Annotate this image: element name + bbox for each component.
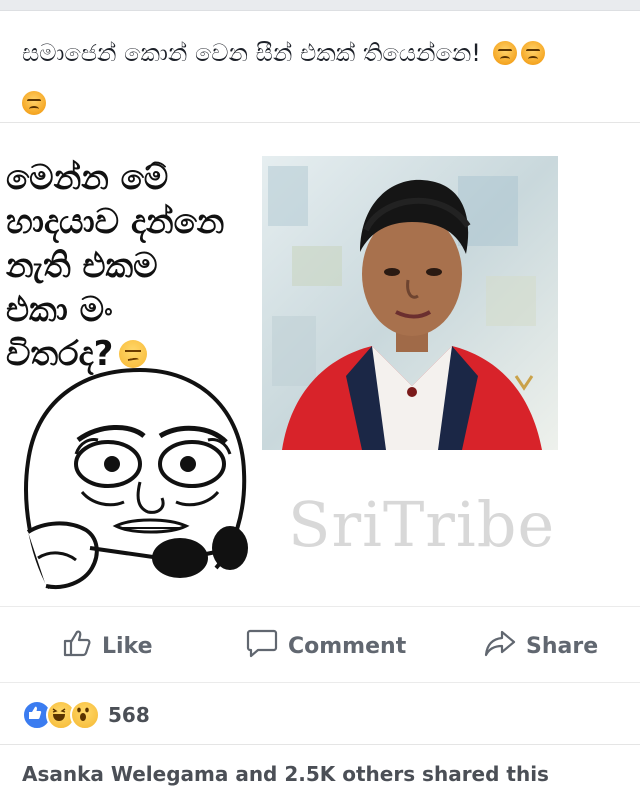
singer-photo-illustration: [262, 156, 558, 450]
reactions-summary[interactable]: 568: [22, 698, 150, 732]
divider: [0, 682, 640, 683]
share-button[interactable]: Share: [484, 628, 598, 664]
meme-text-line: නැති එකම: [6, 246, 158, 286]
angry-face-icon: [492, 41, 517, 65]
wow-reaction-icon: [70, 700, 100, 730]
meme-text-line: එකා මං: [6, 290, 113, 330]
share-arrow-icon: [484, 629, 516, 663]
share-label: Share: [526, 633, 599, 659]
angry-face-icon: [22, 91, 46, 115]
me-gusta-face-illustration: [24, 367, 248, 589]
post-caption-text: සමාජෙන් කොන් වෙන සීන් එකක් තියෙන්නෙ!: [22, 39, 481, 67]
comment-button[interactable]: Comment: [246, 628, 406, 664]
reaction-count: 568: [108, 703, 150, 727]
meme-text-line: මෙන්න මේ: [6, 158, 169, 198]
meme-text: මෙන්න මේ හාදයාව දන්නෙ නැති එකම එකා මං වි…: [6, 156, 266, 376]
post-action-bar: Like Comment Share: [0, 618, 640, 674]
post-caption: සමාජෙන් කොන් වෙන සීන් එකක් තියෙන්නෙ!: [22, 28, 622, 128]
thumbs-up-icon: [62, 629, 92, 663]
meme-text-line: හාදයාව දන්නෙ: [6, 202, 225, 242]
post-image[interactable]: මෙන්න මේ හාදයාව දන්නෙ නැති එකම එකා මං වි…: [0, 140, 640, 600]
divider: [0, 744, 640, 745]
top-bar: [0, 0, 640, 11]
divider: [0, 606, 640, 607]
singer-photo: [262, 156, 558, 450]
divider: [0, 122, 640, 123]
angry-face-icon: [520, 41, 545, 65]
comment-label: Comment: [288, 633, 407, 659]
comment-bubble-icon: [246, 628, 278, 664]
like-button[interactable]: Like: [62, 628, 153, 664]
watermark: SriTribe: [288, 488, 556, 561]
like-label: Like: [102, 633, 153, 659]
shares-summary[interactable]: Asanka Welegama and 2.5K others shared t…: [22, 762, 549, 786]
